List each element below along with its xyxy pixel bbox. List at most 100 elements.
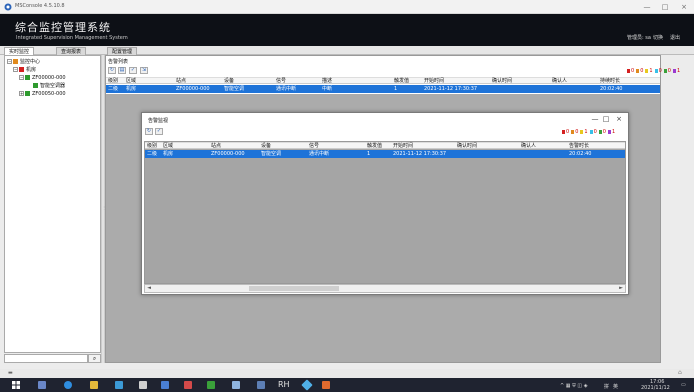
alarm-list-title: 告警列表 — [108, 59, 129, 65]
column-header[interactable]: 区域 — [163, 143, 173, 150]
table-cell: ZF00000-000 — [176, 86, 210, 92]
notification-icon[interactable]: ▭ — [681, 382, 686, 388]
tree-node[interactable]: 智能空调器 — [5, 82, 100, 90]
level-color-swatch — [672, 68, 676, 73]
magnifier-icon[interactable]: ⌕ — [88, 354, 101, 363]
column-header[interactable]: 描述 — [322, 78, 332, 85]
column-header[interactable]: 站点 — [176, 78, 186, 85]
column-header[interactable]: 设备 — [224, 78, 234, 85]
app-icon-8[interactable] — [301, 379, 313, 391]
collapse-icon[interactable]: − — [19, 75, 24, 80]
app-icon-1[interactable] — [115, 381, 123, 389]
tab-query-report[interactable]: 查询报表 — [56, 47, 87, 55]
column-header[interactable]: 确认时间 — [492, 78, 512, 85]
system-title: 综合监控管理系统 — [15, 21, 111, 34]
minimize-button[interactable]: — — [641, 2, 653, 12]
column-header[interactable]: 确认时间 — [457, 143, 477, 150]
column-header[interactable]: 级别 — [108, 78, 118, 85]
table-row[interactable]: 二级 机房 ZF00000-000 智能空调 通讯中断 中断 1 2021-11-12 17:… — [106, 85, 660, 93]
switch-user-link[interactable]: 切换 — [653, 34, 663, 41]
tab-realtime-monitor[interactable]: 实时监控 — [4, 47, 35, 55]
table-cell: 机房 — [163, 151, 174, 157]
user-label: 管理员: sa — [627, 35, 651, 41]
table-cell: 通讯中断 — [309, 151, 330, 157]
column-header[interactable]: 开始时间 — [424, 78, 444, 85]
tree-node[interactable]: − 机房 — [5, 66, 100, 74]
alarm-monitor-dialog: 告警监视 — □ × ↻ ✓ 001001 级别 区域 站点 设备 信号 触发值 开始时间确… — [141, 112, 629, 295]
level-count: 0 — [602, 129, 606, 135]
column-header[interactable]: 确认人 — [521, 143, 536, 150]
active-app-icon[interactable] — [322, 381, 330, 389]
refresh-icon[interactable]: ↻ — [108, 67, 116, 74]
table-cell: 二级 — [147, 151, 158, 157]
level-count: 0 — [631, 68, 635, 74]
collapse-icon[interactable]: − — [13, 67, 18, 72]
tree-node[interactable]: − 监控中心 — [5, 58, 100, 66]
tab-config-management[interactable]: 配置管理 — [107, 47, 138, 55]
expand-icon[interactable]: + — [19, 91, 24, 96]
tree-search-input[interactable] — [4, 354, 88, 363]
app-icon-3[interactable] — [161, 381, 169, 389]
table-cell: 通讯中断 — [276, 86, 297, 92]
column-header[interactable]: 开始时间 — [393, 143, 413, 150]
column-header[interactable]: 信号 — [276, 78, 286, 85]
level-count: 0 — [566, 129, 570, 135]
alarm-list-header: 告警列表 ↻ ▤ ✓ ⇲ 001001 级别 区域 站点 设备 信号 描述 触发值 开始时间 确… — [106, 56, 680, 94]
app-icon-4[interactable] — [184, 381, 192, 389]
level-color-swatch — [580, 129, 584, 134]
task-view-icon[interactable] — [38, 381, 46, 389]
scrollbar-thumb[interactable] — [249, 286, 339, 291]
scroll-left-icon[interactable]: ◄ — [145, 285, 153, 292]
app-icon-6[interactable] — [232, 381, 240, 389]
dialog-maximize-button[interactable]: □ — [600, 114, 612, 124]
table-row[interactable]: 二级 机房 ZF00000-000 智能空调 通讯中断 1 2021-11-12 17:30… — [145, 150, 625, 158]
column-header[interactable]: 触发值 — [394, 78, 409, 85]
column-header[interactable]: 设备 — [261, 143, 271, 150]
tree-node[interactable]: + ZF00050-000 — [5, 90, 100, 98]
column-header[interactable]: 站点 — [211, 143, 221, 150]
start-menu-icon[interactable] — [12, 381, 20, 389]
confirm-icon[interactable]: ✓ — [129, 67, 137, 74]
export-icon[interactable]: ⇲ — [140, 67, 148, 74]
column-header[interactable]: 信号 — [309, 143, 319, 150]
table-cell: 智能空调 — [224, 86, 245, 92]
refresh-icon[interactable]: ↻ — [145, 128, 153, 135]
column-header[interactable]: 确认人 — [552, 78, 567, 85]
system-subtitle: Integrated Supervision Management System — [16, 35, 128, 41]
table-cell: 1 — [367, 151, 371, 157]
browser-icon[interactable] — [64, 381, 72, 389]
app-icon-2[interactable] — [139, 381, 147, 389]
bell-icon[interactable]: ⌂ — [678, 369, 682, 376]
maximize-button[interactable]: □ — [659, 2, 671, 12]
close-button[interactable]: × — [678, 2, 690, 12]
tree-node-label: ZF00000-000 — [32, 75, 66, 81]
horizontal-scrollbar[interactable]: ◄ ► — [144, 284, 626, 293]
table-cell: 1 — [394, 86, 398, 92]
app-icon-7[interactable] — [257, 381, 265, 389]
table-cell: 2021-11-12 17:30:37 — [393, 151, 447, 157]
dialog-close-button[interactable]: × — [613, 114, 625, 124]
taskbar-rh-item[interactable]: RH — [278, 380, 290, 390]
column-header[interactable]: 持续时长 — [600, 78, 620, 85]
logout-link[interactable]: 退出 — [670, 34, 680, 41]
table-cell: 中断 — [322, 86, 333, 92]
folder-icon[interactable] — [90, 381, 98, 389]
strip-handle-icon: ▬ — [8, 370, 13, 376]
tree-node[interactable]: − ZF00000-000 — [5, 74, 100, 82]
column-header[interactable]: 级别 — [147, 143, 157, 150]
level-color-swatch — [589, 129, 593, 134]
column-header[interactable]: 触发值 — [367, 143, 382, 150]
collapse-icon[interactable]: − — [7, 59, 12, 64]
filter-icon[interactable]: ▤ — [118, 67, 126, 74]
tray-language[interactable]: 英 — [613, 383, 618, 390]
app-icon-5[interactable] — [207, 381, 215, 389]
column-header[interactable]: 区域 — [126, 78, 136, 85]
tray-icons[interactable]: ^ ▦ ⛨ ◫ ◈ — [560, 383, 588, 389]
confirm-icon[interactable]: ✓ — [155, 128, 163, 135]
alarm-level-counters: 001001 — [627, 68, 682, 74]
clock-date[interactable]: 2021/11/12 — [641, 385, 670, 391]
scroll-right-icon[interactable]: ► — [617, 285, 625, 292]
column-header[interactable]: 告警时长 — [569, 143, 589, 150]
level-count: 1 — [611, 129, 616, 135]
tray-ime[interactable]: 拼 — [604, 383, 609, 390]
